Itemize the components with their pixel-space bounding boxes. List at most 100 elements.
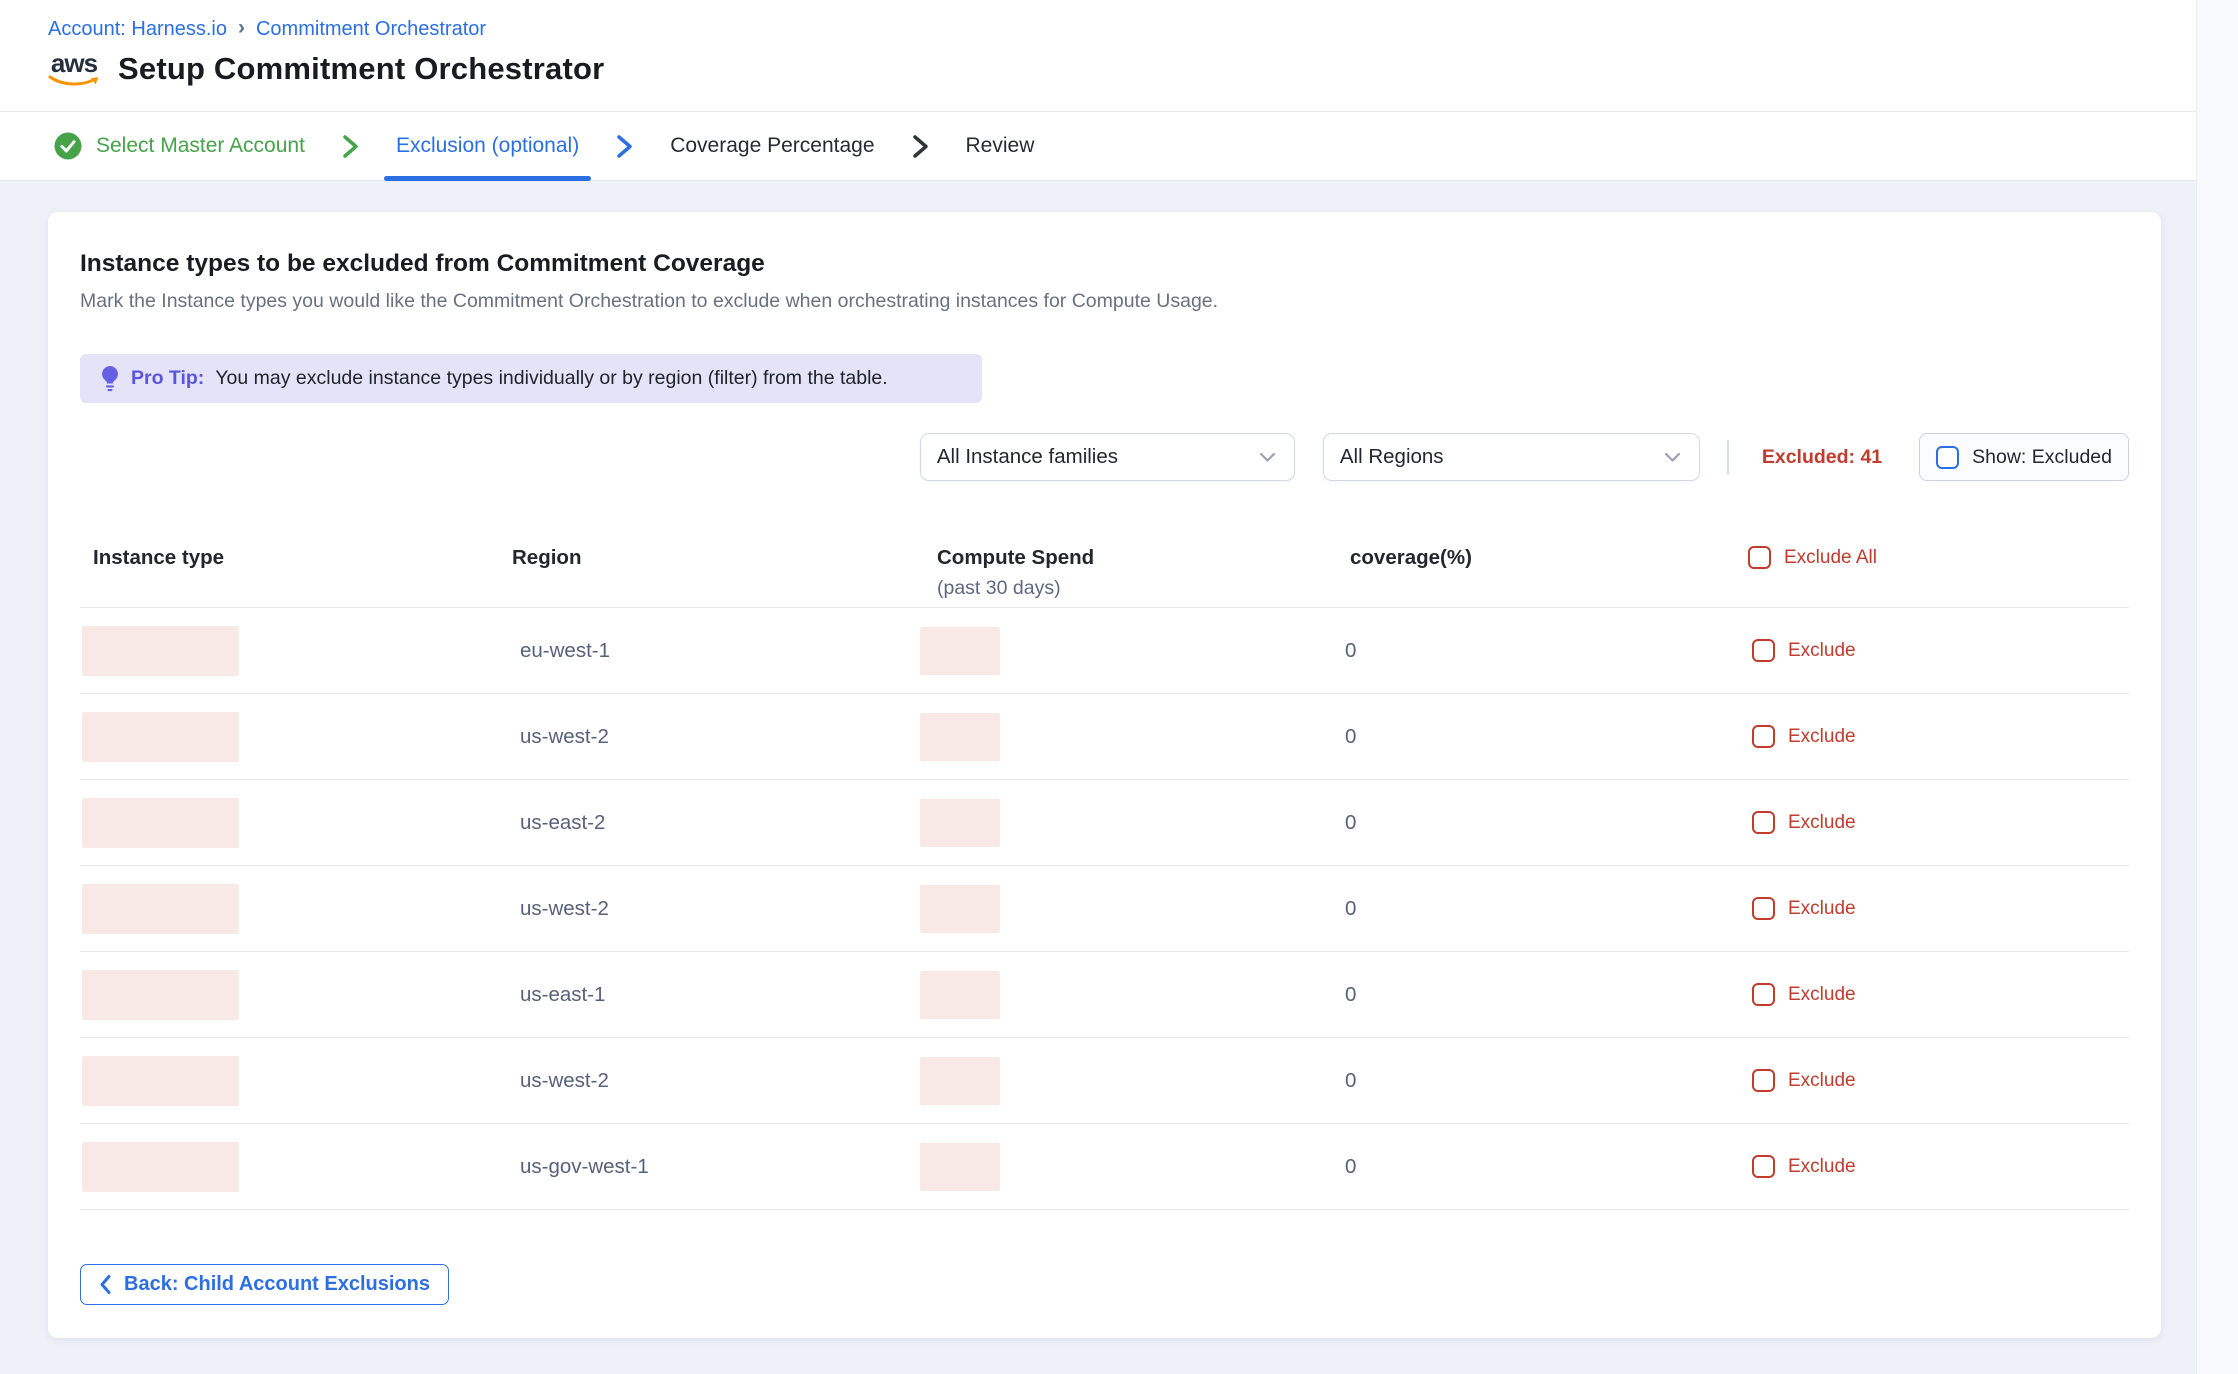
- show-excluded-toggle[interactable]: Show: Excluded: [1919, 433, 2129, 481]
- back-button[interactable]: Back: Child Account Exclusions: [80, 1264, 449, 1305]
- show-excluded-label: Show: Excluded: [1972, 446, 2112, 469]
- table-row: us-west-2 0 Exclude: [80, 1038, 2129, 1124]
- step-label: Exclusion (optional): [396, 134, 579, 158]
- chevron-down-icon: [1664, 452, 1681, 463]
- exclude-checkbox[interactable]: [1752, 639, 1775, 662]
- redacted-instance-type: [82, 626, 239, 676]
- redacted-compute-spend: [920, 799, 1000, 847]
- exclusion-panel: Instance types to be excluded from Commi…: [48, 212, 2161, 1338]
- aws-smile-icon: [48, 75, 100, 88]
- lightbulb-icon: [100, 366, 120, 392]
- filter-divider: [1727, 440, 1729, 474]
- exclude-label: Exclude: [1788, 640, 1856, 662]
- exclude-label: Exclude: [1788, 898, 1856, 920]
- chevron-down-icon: [1259, 452, 1276, 463]
- region-cell: eu-west-1: [500, 639, 910, 663]
- step-label: Review: [966, 134, 1035, 158]
- exclude-all-label: Exclude All: [1784, 547, 1877, 569]
- scrollbar-gutter[interactable]: [2196, 0, 2238, 1374]
- panel-subheading: Mark the Instance types you would like t…: [80, 290, 2129, 313]
- step-coverage-percentage[interactable]: Coverage Percentage: [670, 112, 874, 180]
- exclude-checkbox[interactable]: [1752, 897, 1775, 920]
- redacted-compute-spend: [920, 1057, 1000, 1105]
- breadcrumb: Account: Harness.io › Commitment Orchest…: [48, 17, 486, 41]
- filter-bar: All Instance families All Regions Exclud…: [80, 433, 2129, 481]
- breadcrumb-account-link[interactable]: Account: Harness.io: [48, 18, 227, 41]
- panel-heading: Instance types to be excluded from Commi…: [80, 250, 2129, 278]
- aws-logo-text: aws: [51, 52, 97, 75]
- exclude-checkbox[interactable]: [1752, 725, 1775, 748]
- table-row: us-west-2 0 Exclude: [80, 866, 2129, 952]
- step-review[interactable]: Review: [966, 112, 1035, 180]
- table-row: eu-west-1 0 Exclude: [80, 608, 2129, 694]
- redacted-instance-type: [82, 712, 239, 762]
- step-select-master-account[interactable]: Select Master Account: [54, 112, 305, 180]
- exclude-label: Exclude: [1788, 984, 1856, 1006]
- pro-tip-banner: Pro Tip: You may exclude instance types …: [80, 354, 982, 403]
- coverage-cell: 0: [1330, 897, 1730, 921]
- step-label: Coverage Percentage: [670, 134, 874, 158]
- col-compute-spend: Compute Spend (past 30 days): [910, 538, 1330, 600]
- coverage-cell: 0: [1330, 983, 1730, 1007]
- aws-logo: aws: [48, 52, 100, 88]
- chevron-left-icon: [99, 1274, 112, 1295]
- pro-tip-label: Pro Tip:: [131, 367, 204, 390]
- completed-check-icon: [54, 132, 82, 160]
- step-label: Select Master Account: [96, 134, 305, 158]
- step-exclusion[interactable]: Exclusion (optional): [396, 112, 579, 180]
- breadcrumb-chevron-icon: ›: [238, 16, 245, 40]
- chevron-right-icon: [616, 134, 633, 159]
- redacted-instance-type: [82, 1142, 239, 1192]
- show-excluded-checkbox[interactable]: [1936, 446, 1959, 469]
- coverage-cell: 0: [1330, 1069, 1730, 1093]
- region-cell: us-east-2: [500, 811, 910, 835]
- instance-families-dropdown[interactable]: All Instance families: [920, 433, 1295, 481]
- redacted-compute-spend: [920, 1143, 1000, 1191]
- redacted-compute-spend: [920, 971, 1000, 1019]
- redacted-instance-type: [82, 970, 239, 1020]
- chevron-right-icon: [912, 134, 929, 159]
- region-cell: us-west-2: [500, 1069, 910, 1093]
- region-cell: us-gov-west-1: [500, 1155, 910, 1179]
- table-row: us-east-2 0 Exclude: [80, 780, 2129, 866]
- page-header: Account: Harness.io › Commitment Orchest…: [0, 0, 2238, 112]
- pro-tip-text: You may exclude instance types individua…: [215, 367, 887, 390]
- exclude-all-checkbox[interactable]: [1748, 546, 1771, 569]
- regions-dropdown[interactable]: All Regions: [1323, 433, 1700, 481]
- table-row: us-west-2 0 Exclude: [80, 694, 2129, 780]
- instance-families-value: All Instance families: [937, 445, 1118, 469]
- exclude-checkbox[interactable]: [1752, 1155, 1775, 1178]
- page-title: Setup Commitment Orchestrator: [118, 51, 604, 87]
- col-instance-type: Instance type: [80, 538, 500, 570]
- region-cell: us-west-2: [500, 897, 910, 921]
- exclude-checkbox[interactable]: [1752, 1069, 1775, 1092]
- coverage-cell: 0: [1330, 811, 1730, 835]
- exclude-checkbox[interactable]: [1752, 811, 1775, 834]
- redacted-compute-spend: [920, 627, 1000, 675]
- redacted-instance-type: [82, 1056, 239, 1106]
- exclude-label: Exclude: [1788, 1070, 1856, 1092]
- coverage-cell: 0: [1330, 725, 1730, 749]
- exclude-label: Exclude: [1788, 726, 1856, 748]
- table-header: Instance type Region Compute Spend (past…: [80, 538, 2129, 608]
- exclude-label: Exclude: [1788, 812, 1856, 834]
- table-row: us-gov-west-1 0 Exclude: [80, 1124, 2129, 1210]
- redacted-compute-spend: [920, 885, 1000, 933]
- redacted-compute-spend: [920, 713, 1000, 761]
- col-compute-spend-subtitle: (past 30 days): [937, 577, 1330, 600]
- chevron-right-icon: [342, 134, 359, 159]
- back-button-label: Back: Child Account Exclusions: [124, 1273, 430, 1296]
- region-cell: us-east-1: [500, 983, 910, 1007]
- region-cell: us-west-2: [500, 725, 910, 749]
- breadcrumb-current-link[interactable]: Commitment Orchestrator: [256, 18, 486, 41]
- redacted-instance-type: [82, 798, 239, 848]
- exclude-label: Exclude: [1788, 1156, 1856, 1178]
- regions-value: All Regions: [1340, 445, 1444, 469]
- redacted-instance-type: [82, 884, 239, 934]
- table-row: us-east-1 0 Exclude: [80, 952, 2129, 1038]
- table-body: eu-west-1 0 Exclude us-west-2 0 Exclude …: [80, 608, 2129, 1210]
- coverage-cell: 0: [1330, 639, 1730, 663]
- exclude-checkbox[interactable]: [1752, 983, 1775, 1006]
- col-coverage: coverage(%): [1330, 538, 1730, 570]
- col-exclude-all: Exclude All: [1730, 538, 2129, 569]
